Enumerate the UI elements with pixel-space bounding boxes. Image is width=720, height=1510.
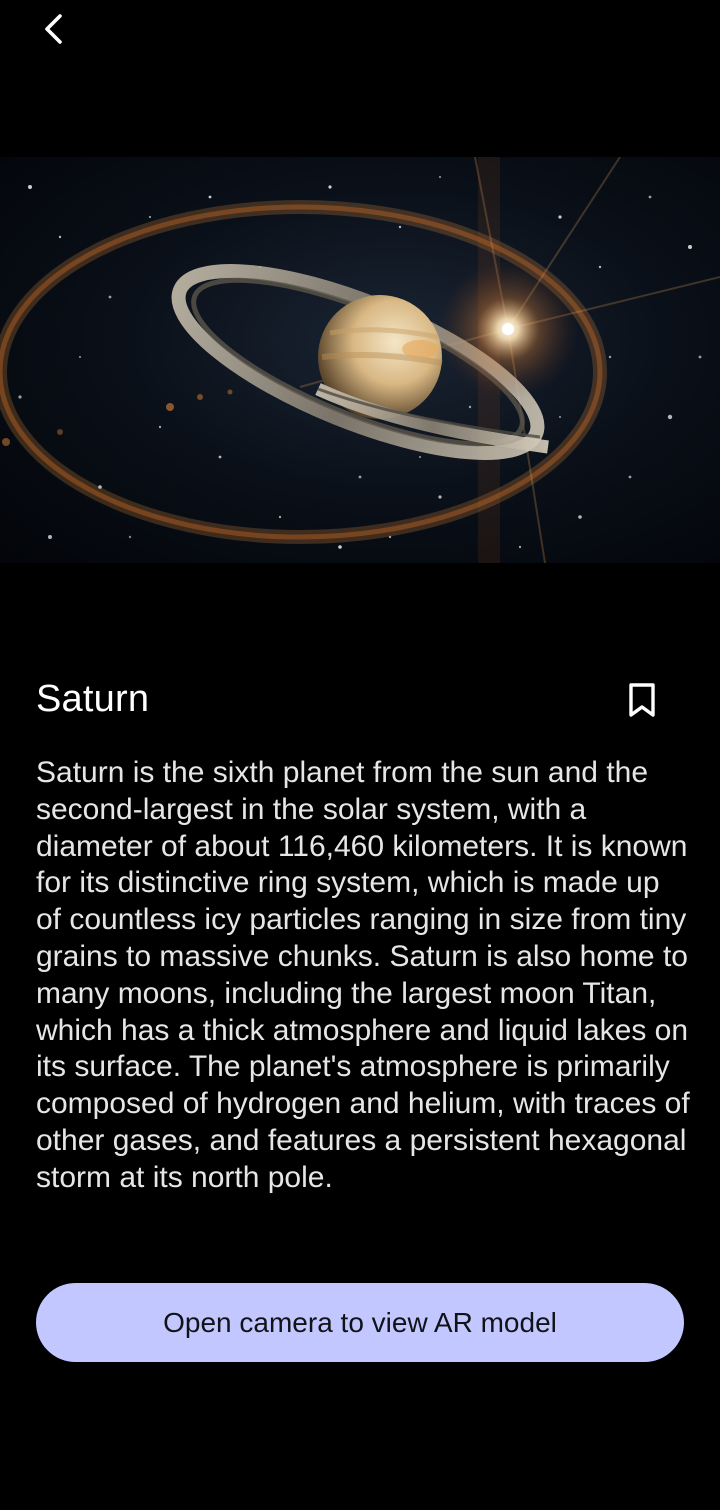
hero-image (0, 157, 720, 563)
back-button[interactable] (26, 6, 82, 52)
bookmark-icon (629, 683, 655, 717)
planet-description: Saturn is the sixth planet from the sun … (36, 756, 690, 1194)
chevron-left-icon (45, 14, 62, 44)
planet-title: Saturn (36, 678, 150, 720)
open-ar-camera-button[interactable]: Open camera to view AR model (36, 1283, 684, 1362)
title-row: Saturn (36, 672, 684, 728)
bookmark-button[interactable] (622, 678, 662, 722)
